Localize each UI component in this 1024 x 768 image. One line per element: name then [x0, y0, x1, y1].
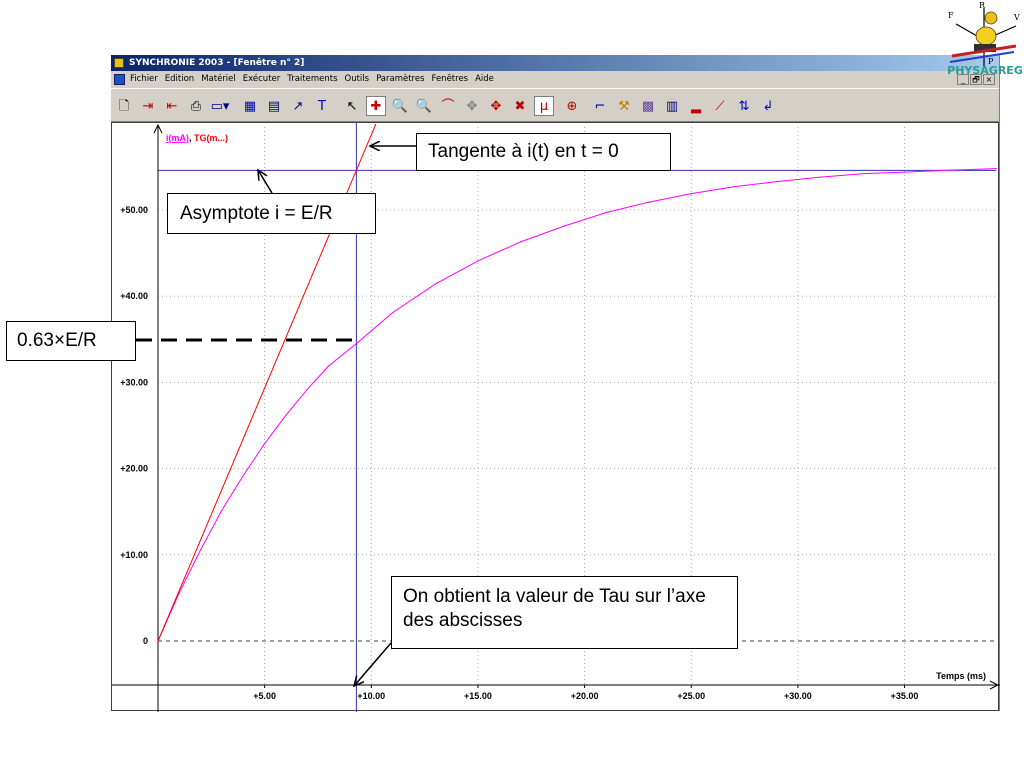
target-icon[interactable]: ⊕	[562, 96, 582, 116]
menu-bar: Fichier Edition Matériel Exécuter Traitement…	[111, 71, 999, 88]
y-tick-label: +40.00	[120, 291, 148, 301]
data-point	[157, 640, 159, 642]
print-icon[interactable]: ⎙	[186, 96, 206, 116]
mu-icon[interactable]: μ	[534, 96, 554, 116]
data-point	[903, 171, 906, 173]
data-point	[477, 260, 479, 262]
new-file-icon[interactable]: 🗋	[114, 96, 134, 116]
x-tick-label: +20.00	[571, 691, 599, 701]
x-tick-label: +15.00	[464, 691, 492, 701]
tangent-callout-text: Tangente à i(t) en t = 0	[428, 141, 619, 162]
data-point	[562, 225, 564, 227]
window-title: SYNCHRONIE 2003 - [Fenêtre n° 2]	[129, 58, 305, 68]
y-axis-label-part: i(mA)	[166, 133, 189, 143]
data-point	[374, 124, 377, 126]
y-axis-label: i(mA), TG(m...)	[166, 133, 228, 143]
regression-icon[interactable]: ⟋	[710, 96, 730, 116]
menu-item-6[interactable]: Outils	[345, 71, 370, 88]
y-tick-label: +30.00	[120, 377, 148, 387]
data-point	[200, 549, 202, 551]
data-point	[690, 193, 692, 195]
menu-item-1[interactable]: Fichier	[130, 71, 158, 88]
tangent-callout: Tangente à i(t) en t = 0	[416, 133, 671, 171]
curve-icon[interactable]: ⌒	[438, 96, 458, 116]
y-tick-label: +50.00	[120, 205, 148, 215]
data-point	[818, 176, 820, 178]
x-axis-label: Temps (ms)	[936, 671, 986, 681]
tau-callout: On obtient la valeur de Tau sur l’axe de…	[391, 576, 738, 649]
x-tick-label: +5.00	[253, 691, 276, 701]
title-bar[interactable]: SYNCHRONIE 2003 - [Fenêtre n° 2]	[111, 55, 999, 71]
x-tick-label: +25.00	[677, 691, 705, 701]
data-point	[946, 169, 948, 171]
undo-icon[interactable]: ↲	[758, 96, 778, 116]
display-dropdown-icon[interactable]: ▭▾	[210, 96, 230, 116]
asymptote-callout-text: Asymptote i = E/R	[180, 203, 333, 224]
level-callout: 0.63×E/R	[6, 321, 136, 361]
data-point	[995, 168, 997, 170]
menu-item-9[interactable]: Aide	[475, 71, 494, 88]
zoom-out-icon[interactable]: 🔍	[414, 96, 434, 116]
menu-item-2[interactable]: Edition	[165, 71, 194, 88]
data-point	[285, 414, 287, 416]
tau-callout-text: On obtient la valeur de Tau sur l’axe de…	[403, 586, 706, 631]
move-icon[interactable]: ✥	[462, 96, 482, 116]
menu-item-3[interactable]: Matériel	[201, 71, 236, 88]
data-point	[242, 474, 244, 477]
y-tick-label: 0	[143, 636, 148, 646]
import-icon[interactable]: ⇥	[138, 96, 158, 116]
data-point	[221, 509, 223, 511]
data-point	[392, 311, 394, 314]
table-icon[interactable]: ▦	[240, 96, 260, 116]
data-point	[605, 211, 607, 214]
swap-axes-icon[interactable]: ⇅	[734, 96, 754, 116]
hammer-icon[interactable]: ⚒	[614, 96, 634, 116]
menu-item-4[interactable]: Exécuter	[243, 71, 281, 88]
export-icon[interactable]: ⇤	[162, 96, 182, 116]
pen-icon[interactable]: ↗	[288, 96, 308, 116]
logo-text: PHYSAGREG	[947, 64, 1023, 77]
zoom-in-icon[interactable]: 🔍	[390, 96, 410, 116]
menu-item-8[interactable]: Fenêtres	[432, 71, 469, 88]
document-icon[interactable]	[114, 74, 125, 85]
data-point	[306, 388, 308, 390]
data-point	[520, 241, 522, 243]
histogram-icon[interactable]: ▂	[686, 96, 706, 116]
x-tick-label: +30.00	[784, 691, 812, 701]
x-tick-label: +10.00	[357, 691, 385, 701]
cursor-cross-icon[interactable]: ✚	[366, 96, 386, 116]
delete-points-icon[interactable]: ✖	[510, 96, 530, 116]
list-icon[interactable]: ▤	[264, 96, 284, 116]
y-tick-label: +10.00	[120, 550, 148, 560]
data-point	[647, 201, 650, 203]
pointer-icon[interactable]: ↖	[342, 96, 362, 116]
y-axis-label-part: TG(m...)	[194, 133, 228, 143]
menu-items: Fichier Edition Matériel Exécuter Traitement…	[130, 71, 501, 88]
y-tick-label: +20.00	[120, 464, 148, 474]
logo-vector-f: F	[948, 11, 954, 20]
asymptote-callout: Asymptote i = E/R	[167, 193, 376, 234]
app-icon	[114, 58, 124, 68]
x-tick-label: +35.00	[891, 691, 919, 701]
data-point	[328, 365, 330, 367]
grid-3d-icon[interactable]: ▩	[638, 96, 658, 116]
data-point	[434, 283, 436, 285]
data-point	[355, 343, 357, 345]
menu-item-5[interactable]: Traitements	[287, 71, 337, 88]
logo-vector-v: V	[1013, 13, 1020, 22]
data-point	[775, 180, 778, 183]
series-current-line[interactable]	[157, 168, 997, 642]
logo-vector-r: R	[979, 2, 986, 10]
pan-icon[interactable]: ✥	[486, 96, 506, 116]
level-callout-text: 0.63×E/R	[17, 330, 97, 351]
toolbar: 🗋 ⇥ ⇤ ⎙ ▭▾ ▦ ▤ ↗ T ↖ ✚ 🔍 🔍 ⌒ ✥ ✥ ✖ μ ⊕ ⌐ ⚒ ▩ ▥ ▂ ⟋ ⇅ ↲	[111, 88, 999, 122]
data-point	[264, 443, 266, 445]
model-icon[interactable]: ▥	[662, 96, 682, 116]
step-icon[interactable]: ⌐	[590, 96, 610, 116]
text-tool-icon[interactable]: T	[312, 96, 332, 116]
menu-item-7[interactable]: Paramètres	[376, 71, 424, 88]
data-point	[733, 186, 735, 188]
data-point	[861, 173, 863, 175]
